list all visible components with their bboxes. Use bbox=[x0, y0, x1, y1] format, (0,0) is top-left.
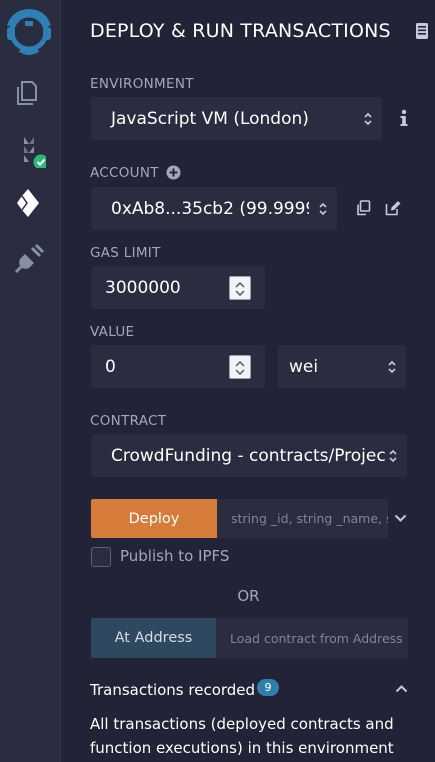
value-unit: wei bbox=[289, 356, 319, 377]
file-explorer-icon[interactable] bbox=[12, 76, 46, 110]
remix-logo-icon[interactable] bbox=[3, 6, 55, 58]
transactions-count-badge: 9 bbox=[257, 679, 279, 696]
documentation-icon[interactable] bbox=[415, 22, 429, 40]
environment-value: JavaScript VM (London) bbox=[111, 108, 309, 129]
value-input[interactable]: 0 bbox=[91, 345, 265, 388]
info-icon[interactable] bbox=[399, 109, 409, 127]
account-label: ACCOUNT bbox=[90, 165, 159, 181]
account-select[interactable]: 0xAb8...35cb2 (99.99999 bbox=[91, 187, 337, 230]
publish-ipfs-checkbox[interactable] bbox=[91, 547, 111, 567]
deploy-run-panel: DEPLOY & RUN TRANSACTIONS ENVIRONMENT Ja… bbox=[62, 0, 435, 762]
deploy-run-icon[interactable] bbox=[12, 186, 46, 220]
deploy-args-input[interactable]: string _id, string _name, s bbox=[217, 499, 388, 538]
transactions-title[interactable]: Transactions recorded bbox=[90, 681, 255, 699]
at-address-input[interactable]: Load contract from Address bbox=[216, 618, 408, 658]
contract-label: CONTRACT bbox=[90, 413, 167, 429]
contract-value: CrowdFunding - contracts/Project/C bbox=[111, 445, 385, 466]
value-label: VALUE bbox=[90, 324, 135, 340]
gas-limit-label: GAS LIMIT bbox=[90, 245, 161, 261]
plugin-manager-icon[interactable] bbox=[12, 242, 46, 276]
value-stepper[interactable] bbox=[229, 354, 251, 379]
stepper-up-icon[interactable] bbox=[235, 281, 245, 288]
gas-limit-stepper[interactable] bbox=[229, 275, 251, 300]
environment-select[interactable]: JavaScript VM (London) bbox=[91, 97, 382, 140]
or-divider: OR bbox=[237, 587, 260, 605]
at-address-button[interactable]: At Address bbox=[91, 618, 216, 658]
select-caret-icon bbox=[364, 112, 372, 125]
solidity-compiler-icon[interactable] bbox=[12, 134, 46, 168]
icon-sidebar bbox=[0, 0, 61, 762]
chevron-up-icon[interactable] bbox=[395, 684, 408, 693]
edit-icon[interactable] bbox=[385, 200, 402, 216]
panel-title: DEPLOY & RUN TRANSACTIONS bbox=[90, 20, 391, 42]
copy-icon[interactable] bbox=[356, 200, 371, 216]
select-caret-icon bbox=[319, 202, 327, 215]
chevron-down-icon[interactable] bbox=[394, 514, 407, 523]
contract-select[interactable]: CrowdFunding - contracts/Project/C bbox=[91, 434, 407, 477]
stepper-down-icon[interactable] bbox=[235, 368, 245, 375]
stepper-up-icon[interactable] bbox=[235, 360, 245, 367]
account-value: 0xAb8...35cb2 (99.99999 bbox=[111, 198, 309, 219]
publish-ipfs-label: Publish to IPFS bbox=[120, 547, 230, 565]
select-caret-icon bbox=[388, 360, 396, 373]
transactions-description: All transactions (deployed contracts and… bbox=[90, 715, 394, 757]
gas-limit-input[interactable]: 3000000 bbox=[91, 266, 265, 309]
select-caret-icon bbox=[389, 449, 397, 462]
value-unit-select[interactable]: wei bbox=[278, 345, 406, 388]
add-account-icon[interactable] bbox=[166, 165, 181, 180]
stepper-down-icon[interactable] bbox=[235, 289, 245, 296]
deploy-button[interactable]: Deploy bbox=[91, 499, 217, 538]
environment-label: ENVIRONMENT bbox=[90, 76, 194, 92]
